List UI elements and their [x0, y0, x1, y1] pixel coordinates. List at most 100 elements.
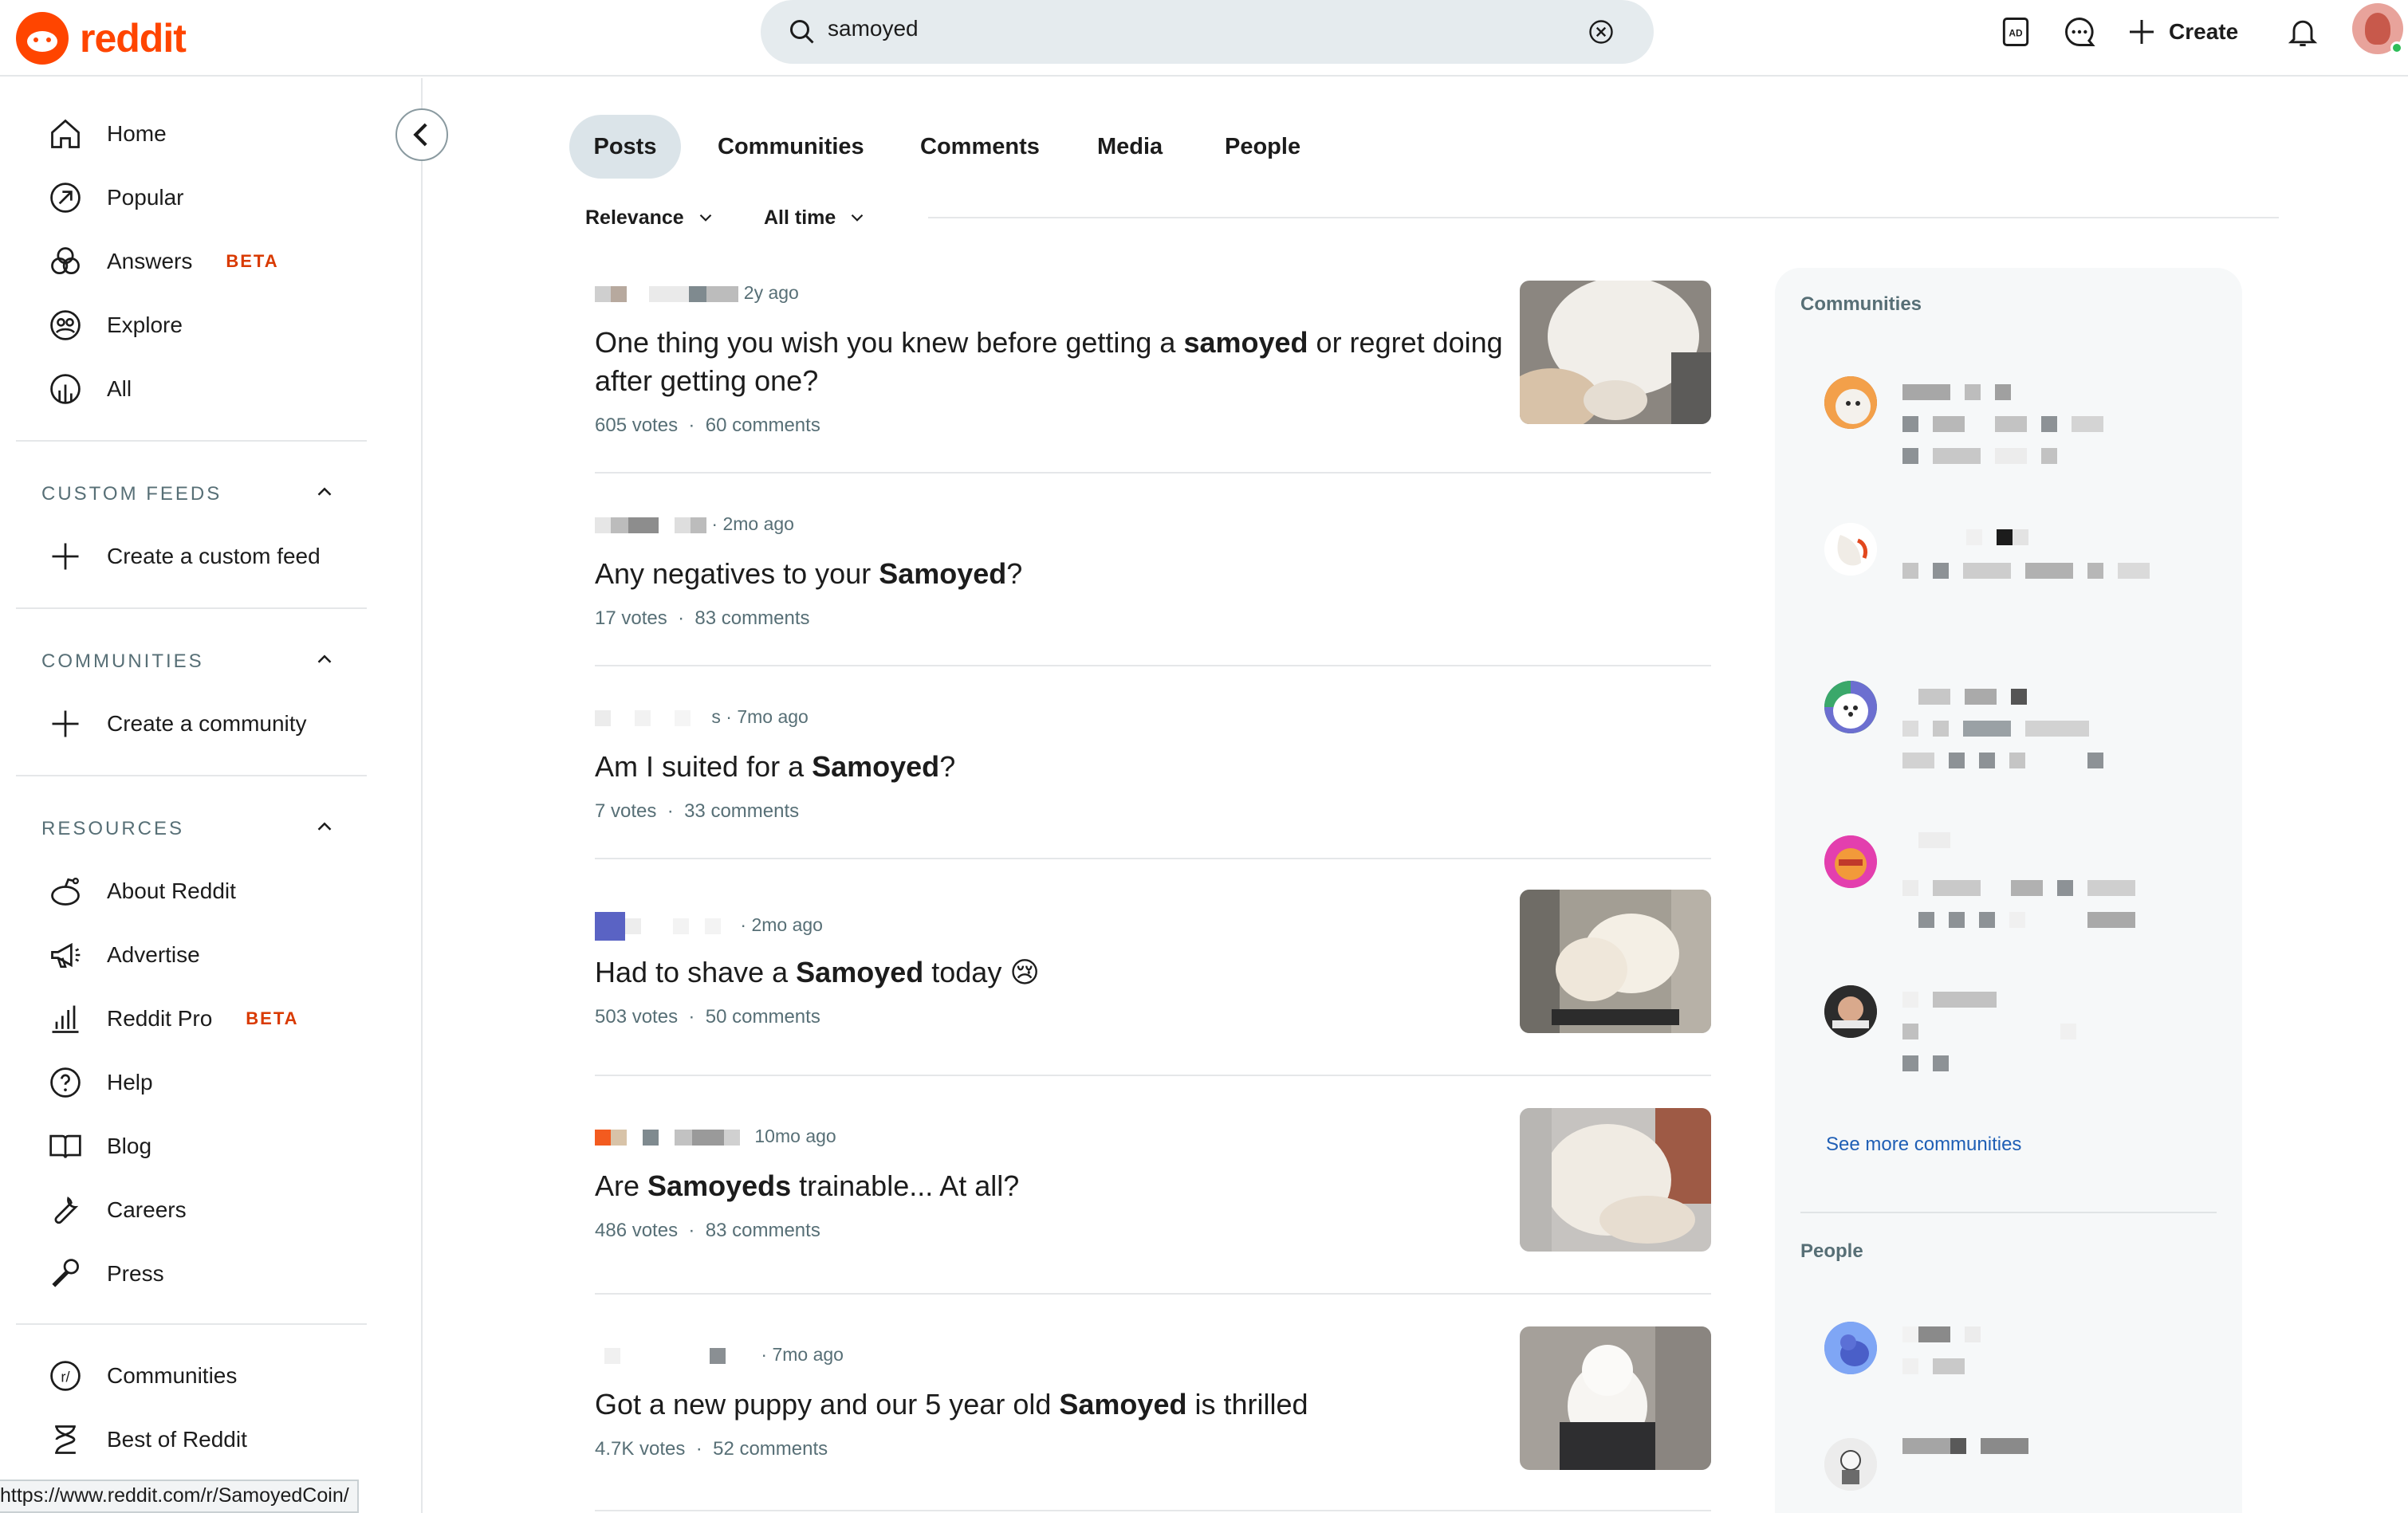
post-thumbnail[interactable]: [1520, 1108, 1711, 1252]
community-result-redacted[interactable]: [1902, 689, 2041, 709]
tab-people[interactable]: People: [1225, 115, 1300, 179]
community-result-redacted: [1902, 416, 2118, 436]
community-result-redacted[interactable]: [1902, 529, 2043, 549]
post-thumbnail[interactable]: [1520, 890, 1711, 1033]
time-filter-dropdown[interactable]: All time: [764, 201, 868, 234]
community-icon: [595, 709, 611, 726]
sidebar-item-label: Popular: [107, 185, 184, 210]
sidebar-item-blog[interactable]: Blog: [48, 1122, 383, 1170]
post-title[interactable]: Had to shave a Samoyed today 😢: [595, 953, 1504, 992]
post-title[interactable]: Any negatives to your Samoyed?: [595, 555, 1504, 593]
community-avatar[interactable]: [1824, 985, 1877, 1038]
stat-separator: ·: [688, 1006, 695, 1028]
sidebar-item-help[interactable]: Help: [48, 1059, 383, 1106]
sidebar-item-home[interactable]: Home: [48, 110, 383, 158]
post-card[interactable]: · 2mo ago Any negatives to your Samoyed?…: [595, 494, 1711, 654]
svg-text:r/: r/: [61, 1368, 70, 1385]
community-avatar[interactable]: [1824, 681, 1877, 733]
post-card[interactable]: · 2mo ago Had to shave a Samoyed today 😢…: [595, 880, 1711, 1063]
search-bar[interactable]: samoyed: [761, 0, 1654, 64]
sidebar-item-communities[interactable]: r/ Communities: [48, 1352, 383, 1400]
post-time: 10mo ago: [754, 1126, 836, 1146]
post-thumbnail[interactable]: [1520, 281, 1711, 424]
top-header: reddit samoyed AD Create: [0, 0, 2408, 77]
post-meta: 2y ago: [595, 282, 799, 304]
post-card[interactable]: s · 7mo ago Am I suited for a Samoyed? 7…: [595, 687, 1711, 847]
community-result-redacted[interactable]: [1902, 992, 2011, 1012]
sort-dropdown[interactable]: Relevance: [585, 201, 716, 234]
sidebar-item-press[interactable]: Press: [48, 1250, 383, 1298]
sort-label: Relevance: [585, 206, 684, 229]
wrench-icon: [54, 1196, 79, 1224]
community-result-redacted: [1902, 912, 2150, 932]
post-title[interactable]: Got a new puppy and our 5 year old Samoy…: [595, 1385, 1504, 1424]
chat-icon[interactable]: [2062, 14, 2097, 49]
community-avatar[interactable]: [1824, 523, 1877, 576]
sidebar-item-popular[interactable]: Popular: [48, 174, 383, 222]
clear-search-icon[interactable]: [1587, 18, 1615, 46]
community-result-redacted[interactable]: [1902, 384, 2025, 404]
user-avatar[interactable]: [1824, 1438, 1877, 1491]
chevron-up-icon[interactable]: [313, 815, 336, 839]
post-stats: 7 votes · 33 comments: [595, 800, 799, 823]
comment-count: 83 comments: [705, 1220, 820, 1241]
resources-heading[interactable]: RESOURCES: [41, 818, 184, 840]
create-button[interactable]: Create: [2126, 13, 2238, 51]
user-avatar[interactable]: [1824, 1322, 1877, 1374]
plus-icon: [52, 543, 79, 570]
tab-posts[interactable]: Posts: [569, 115, 681, 179]
community-avatar[interactable]: [1824, 835, 1877, 888]
custom-feeds-heading[interactable]: CUSTOM FEEDS: [41, 483, 222, 505]
tab-comments[interactable]: Comments: [920, 115, 1040, 179]
tab-communities[interactable]: Communities: [718, 115, 864, 179]
sidebar-item-advertise[interactable]: Advertise: [48, 931, 383, 979]
advertise-icon[interactable]: AD: [1998, 14, 2033, 49]
chevron-left-icon: [413, 123, 427, 147]
sidebar-item-reddit-pro[interactable]: Reddit Pro BETA: [48, 995, 383, 1043]
post-title[interactable]: Are Samoyeds trainable... At all?: [595, 1167, 1504, 1205]
comment-count: 60 comments: [705, 415, 820, 436]
create-custom-feed-button[interactable]: Create a custom feed: [48, 532, 383, 580]
sidebar-item-all[interactable]: All: [48, 365, 383, 413]
sidebar-item-label: Create a custom feed: [107, 544, 321, 568]
communities-heading[interactable]: COMMUNITIES: [41, 650, 204, 673]
sidebar-item-about-reddit[interactable]: About Reddit: [48, 867, 383, 915]
post-title[interactable]: One thing you wish you knew before getti…: [595, 324, 1504, 400]
community-result-redacted[interactable]: [1902, 832, 1965, 852]
chevron-up-icon[interactable]: [313, 647, 336, 671]
community-avatar[interactable]: [1824, 376, 1877, 429]
post-title[interactable]: Am I suited for a Samoyed?: [595, 748, 1504, 786]
person-result-redacted[interactable]: [1902, 1438, 2043, 1458]
community-name: [643, 1129, 659, 1146]
person-result-redacted[interactable]: [1902, 1326, 1995, 1346]
search-input[interactable]: samoyed: [828, 16, 919, 41]
community-name: [724, 1129, 740, 1146]
sidebar-item-best-of-reddit[interactable]: Best of Reddit: [48, 1416, 383, 1464]
post-divider: [595, 1293, 1711, 1295]
comment-count: 50 comments: [705, 1006, 820, 1028]
sidebar-item-label: Home: [107, 121, 167, 146]
community-result-redacted: [1902, 753, 2118, 772]
sidebar-divider: [16, 607, 367, 609]
sidebar-item-answers[interactable]: Answers BETA: [48, 238, 383, 285]
post-card[interactable]: 2y ago One thing you wish you knew befor…: [595, 271, 1711, 454]
post-card[interactable]: · 7mo ago Got a new puppy and our 5 year…: [595, 1315, 1711, 1499]
post-thumbnail[interactable]: [1520, 1326, 1711, 1470]
vote-count: 4.7K votes: [595, 1438, 686, 1460]
reddit-logo[interactable]: reddit: [16, 6, 187, 70]
notifications-bell-icon[interactable]: [2285, 14, 2320, 49]
comment-count: 33 comments: [684, 800, 800, 822]
tab-media[interactable]: Media: [1097, 115, 1163, 179]
create-community-button[interactable]: Create a community: [48, 700, 383, 748]
popular-icon: [50, 183, 81, 213]
collapse-sidebar-button[interactable]: [395, 108, 448, 161]
community-name: [628, 517, 659, 533]
person-result-redacted: [1902, 1358, 1979, 1378]
sidebar-item-careers[interactable]: Careers: [48, 1186, 383, 1234]
sidebar-item-explore[interactable]: Explore: [48, 301, 383, 349]
time-filter-label: All time: [764, 206, 836, 229]
see-more-communities-link[interactable]: See more communities: [1826, 1134, 2021, 1156]
chevron-up-icon[interactable]: [313, 480, 336, 504]
reddit-wordmark: reddit: [80, 16, 187, 61]
post-card[interactable]: 10mo ago Are Samoyeds trainable... At al…: [595, 1097, 1711, 1280]
